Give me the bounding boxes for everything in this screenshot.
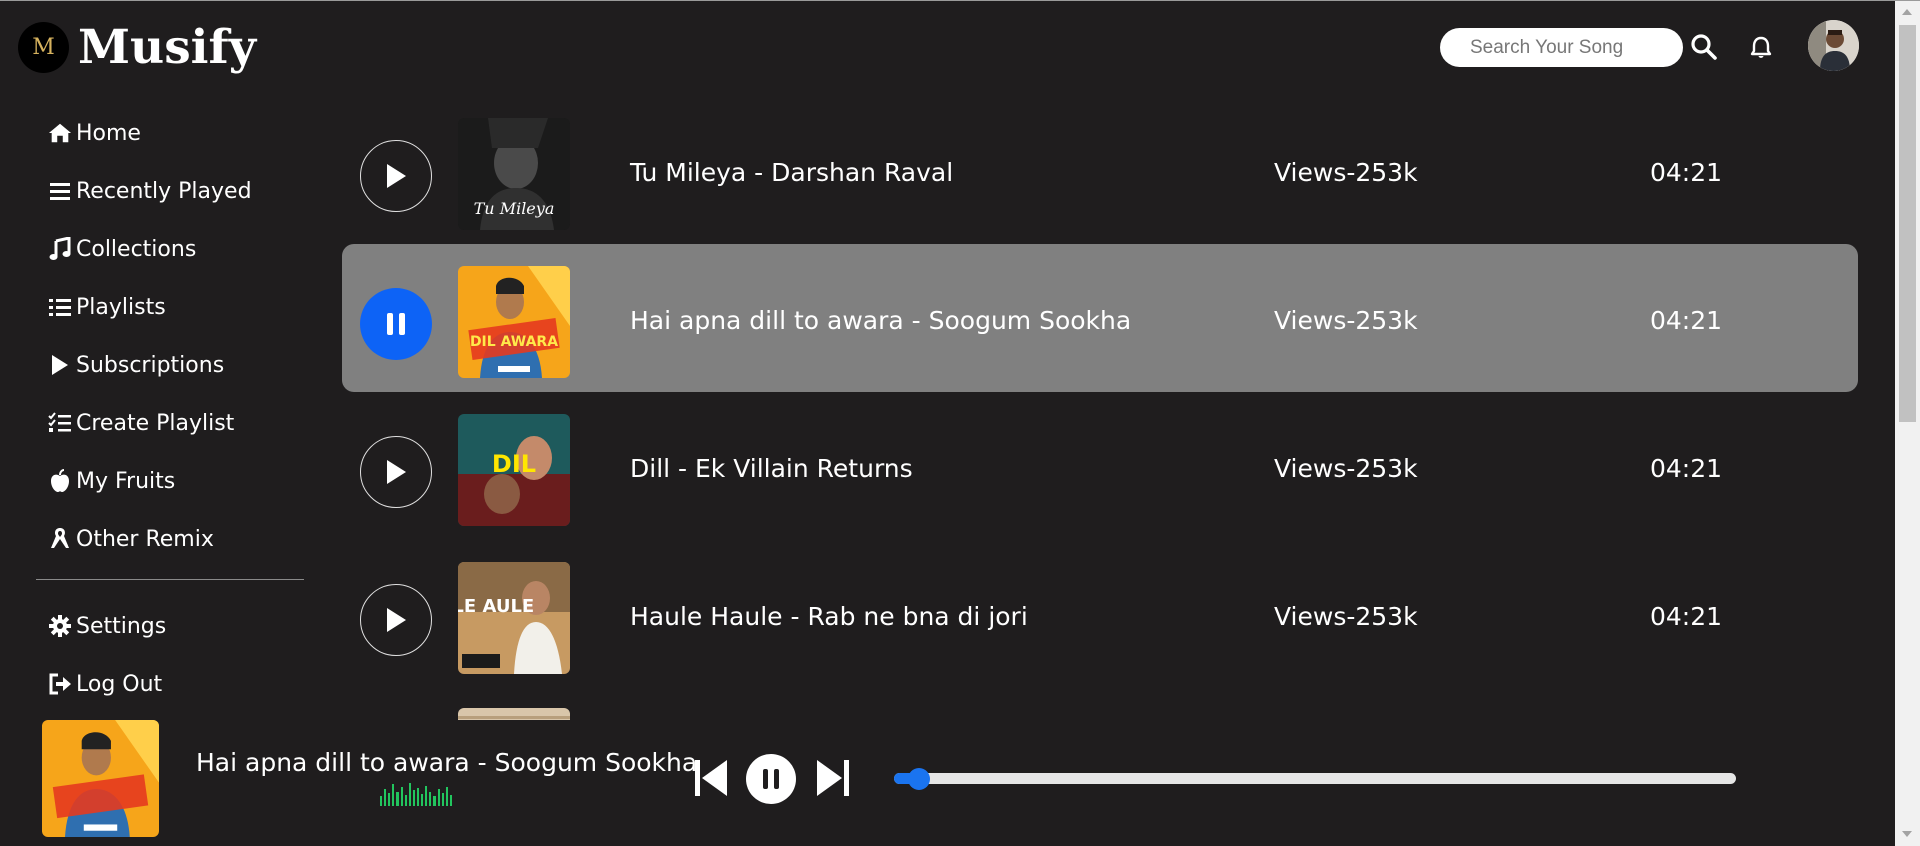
sidebar-item-label: Recently Played	[76, 178, 252, 204]
song-duration: 04:21	[1650, 306, 1723, 335]
cover-text: DIL	[492, 450, 536, 478]
song-views: Views-253k	[1274, 454, 1418, 483]
seek-handle[interactable]	[908, 768, 931, 790]
song-row-partial[interactable]	[342, 688, 1858, 720]
apple-icon	[48, 469, 72, 493]
sidebar-nav: Home Recently Played Collections Playlis…	[48, 104, 252, 568]
song-cover[interactable]	[458, 708, 570, 720]
song-cover[interactable]: DIL AWARA	[458, 266, 570, 378]
play-button[interactable]	[360, 436, 432, 508]
sidebar-item-playlists[interactable]: Playlists	[48, 278, 252, 336]
sidebar-bottom-nav: Settings Log Out	[48, 597, 166, 713]
cover-text: Tu Mileya	[474, 199, 555, 218]
music-note-icon	[48, 237, 72, 261]
sidebar-item-collections[interactable]: Collections	[48, 220, 252, 278]
play-icon	[48, 353, 72, 377]
scroll-up-arrow-icon[interactable]	[1902, 9, 1912, 15]
song-title[interactable]: Dill - Ek Villain Returns	[630, 454, 913, 483]
pause-icon	[763, 769, 779, 789]
play-icon	[387, 608, 406, 632]
sidebar-divider	[36, 579, 304, 580]
now-playing-title: Hai apna dill to awara - Soogum Sookha	[196, 748, 698, 777]
checklist-icon	[48, 411, 72, 435]
player-pause-button[interactable]	[746, 754, 796, 804]
cover-text: ULE AULE	[458, 596, 534, 617]
player-cover[interactable]	[42, 720, 159, 837]
sidebar-item-label: Log Out	[76, 671, 163, 697]
sidebar-item-my-fruits[interactable]: My Fruits	[48, 452, 252, 510]
song-row[interactable]: DIL Dill - Ek Villain Returns Views-253k…	[342, 392, 1858, 540]
song-title[interactable]: Tu Mileya - Darshan Raval	[630, 158, 953, 187]
home-icon	[48, 121, 72, 145]
song-row[interactable]: ULE AULE Haule Haule - Rab ne bna di jor…	[342, 540, 1858, 688]
sidebar-item-label: Home	[76, 120, 141, 146]
ribbon-icon	[48, 527, 72, 551]
sidebar-item-logout[interactable]: Log Out	[48, 655, 166, 713]
cover-text: DIL AWARA	[470, 334, 558, 350]
app-logo[interactable]: M Musify	[18, 22, 256, 73]
song-title[interactable]: Haule Haule - Rab ne bna di jori	[630, 602, 1028, 631]
sidebar-item-label: Subscriptions	[76, 352, 225, 378]
logout-icon	[48, 672, 72, 696]
song-title[interactable]: Hai apna dill to awara - Soogum Sookha	[630, 306, 1131, 335]
list-ul-icon	[48, 295, 72, 319]
sidebar-item-label: Settings	[76, 613, 167, 639]
song-cover[interactable]: DIL	[458, 414, 570, 526]
song-views: Views-253k	[1274, 158, 1418, 187]
sidebar-item-label: Collections	[76, 236, 197, 262]
gear-icon	[48, 614, 72, 638]
song-views: Views-253k	[1274, 602, 1418, 631]
sidebar-item-home[interactable]: Home	[48, 104, 252, 162]
pause-icon	[387, 313, 405, 335]
song-duration: 04:21	[1650, 602, 1723, 631]
sidebar-item-create-playlist[interactable]: Create Playlist	[48, 394, 252, 452]
song-row[interactable]: Tu Mileya Tu Mileya - Darshan Raval View…	[342, 96, 1858, 244]
song-cover[interactable]: ULE AULE	[458, 562, 570, 674]
play-icon	[387, 460, 406, 484]
play-button[interactable]	[360, 140, 432, 212]
sidebar-item-label: Create Playlist	[76, 410, 235, 436]
next-track-icon[interactable]	[816, 758, 850, 802]
song-duration: 04:21	[1650, 454, 1723, 483]
list-icon	[48, 179, 72, 203]
song-views: Views-253k	[1274, 306, 1418, 335]
sidebar-item-label: Other Remix	[76, 526, 214, 552]
play-icon	[387, 164, 406, 188]
page-scrollbar[interactable]	[1895, 1, 1920, 846]
sidebar-item-label: Playlists	[76, 294, 166, 320]
equalizer-icon	[380, 782, 452, 806]
play-button[interactable]	[360, 584, 432, 656]
previous-track-icon[interactable]	[694, 758, 728, 802]
song-row-active[interactable]: DIL AWARA Hai apna dill to awara - Soogu…	[342, 244, 1858, 392]
song-duration: 04:21	[1650, 158, 1723, 187]
sidebar-item-label: My Fruits	[76, 468, 176, 494]
sidebar-item-recently-played[interactable]: Recently Played	[48, 162, 252, 220]
sidebar-item-subscriptions[interactable]: Subscriptions	[48, 336, 252, 394]
app-name: Musify	[78, 20, 257, 75]
sidebar-item-other-remix[interactable]: Other Remix	[48, 510, 252, 568]
scroll-down-arrow-icon[interactable]	[1902, 831, 1912, 837]
pause-button[interactable]	[360, 288, 432, 360]
seek-slider[interactable]	[894, 768, 1736, 790]
scroll-thumb[interactable]	[1899, 25, 1916, 422]
sidebar-item-settings[interactable]: Settings	[48, 597, 166, 655]
logo-badge: M	[18, 22, 69, 73]
song-cover[interactable]: Tu Mileya	[458, 118, 570, 230]
song-list: Tu Mileya Tu Mileya - Darshan Raval View…	[342, 0, 1858, 720]
